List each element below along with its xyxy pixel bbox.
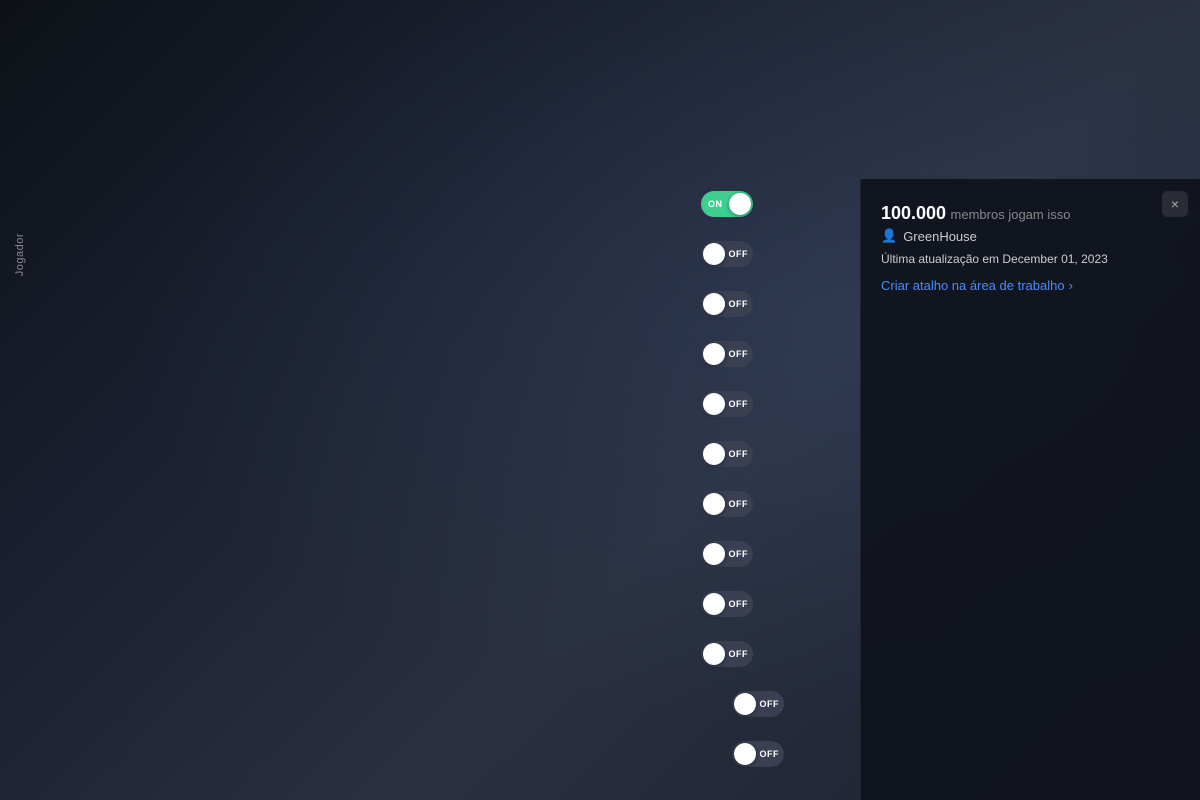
members-text: membros jogam isso	[951, 207, 1071, 222]
toggle-knob	[703, 293, 725, 315]
shortcut-label: Criar atalho na área de trabalho	[881, 278, 1065, 293]
toggle-knob	[703, 543, 725, 565]
toggle-knob	[703, 643, 725, 665]
members-count: 100.000	[881, 203, 946, 223]
author-row: 👤 GreenHouse	[881, 228, 1180, 244]
info-panel: × 100.000 membros jogam isso 👤 GreenHous…	[860, 179, 1200, 800]
sidebar-player-label: Jogador	[14, 233, 26, 276]
author-name: GreenHouse	[903, 229, 977, 244]
last-update-date: December 01, 2023	[1002, 252, 1107, 266]
chevron-right-icon: ›	[1069, 278, 1073, 293]
last-update: Última atualização em December 01, 2023	[881, 252, 1180, 266]
toggle-knob	[703, 593, 725, 615]
toggle-satisfacao-infinita[interactable]: OFF	[701, 341, 753, 367]
toggle-knob	[734, 693, 756, 715]
members-section: 100.000 membros jogam isso	[881, 203, 1150, 224]
toggle-infinite-lung-capacity[interactable]: OFF	[701, 491, 753, 517]
toggle-knob	[703, 243, 725, 265]
toggle-invisibility[interactable]: OFF	[701, 641, 753, 667]
toggle-vida-infinita[interactable]: ON	[701, 191, 753, 217]
toggle-knob	[703, 393, 725, 415]
toggle-infinite-strength[interactable]: OFF	[701, 441, 753, 467]
toggle-no-fall-damage[interactable]: OFF	[701, 591, 753, 617]
toggle-knob	[729, 193, 751, 215]
shortcut-link[interactable]: Criar atalho na área de trabalho ›	[881, 278, 1180, 293]
toggle-fully-rested[interactable]: OFF	[701, 541, 753, 567]
toggle-knob	[703, 443, 725, 465]
last-update-prefix: Última atualização em	[881, 252, 1002, 266]
toggle-unbreakable-armor[interactable]: OFF	[732, 691, 784, 717]
app-container: W 🔍 Início Meus jogos Explorar Criadores…	[0, 0, 1200, 800]
info-panel-close-button[interactable]: ×	[1162, 191, 1188, 217]
author-icon: 👤	[881, 228, 897, 244]
toggle-knob	[703, 493, 725, 515]
toggle-immune-to-fire[interactable]: OFF	[732, 741, 784, 767]
toggle-infinite-hydration[interactable]: OFF	[701, 291, 753, 317]
toggle-temperatura-infinita[interactable]: OFF	[701, 391, 753, 417]
toggle-knob	[734, 743, 756, 765]
toggle-knob	[703, 343, 725, 365]
toggle-infinite-stamina[interactable]: OFF	[701, 241, 753, 267]
